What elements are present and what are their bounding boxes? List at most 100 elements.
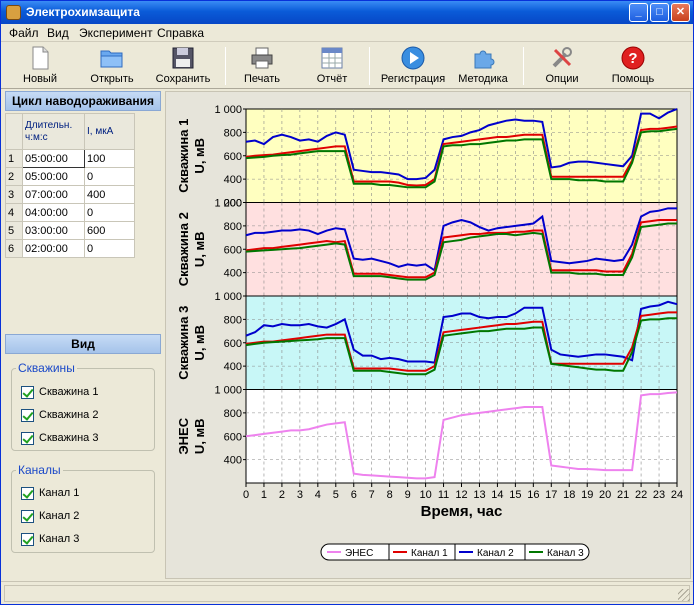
- current-cell[interactable]: 400: [84, 185, 135, 204]
- y-tick-label: 600: [224, 244, 242, 256]
- table-row[interactable]: 6 02:00:00 0: [5, 239, 135, 258]
- table-row[interactable]: 4 04:00:00 0: [5, 203, 135, 222]
- col-current-header: I, мкА: [84, 113, 135, 150]
- options-button[interactable]: Опции: [535, 44, 589, 86]
- open-button[interactable]: Открыть: [81, 44, 143, 86]
- x-tick-label: 18: [563, 489, 575, 501]
- panel-unit-label: U, мВ: [192, 138, 207, 174]
- checkbox-checked-icon: [21, 409, 34, 422]
- app-icon: [6, 5, 21, 20]
- x-tick-label: 4: [315, 489, 321, 501]
- help-button[interactable]: ? Помощь: [605, 44, 661, 86]
- open-label: Открыть: [90, 73, 134, 85]
- y-tick-label: 600: [224, 338, 242, 350]
- voltage-chart[interactable]: 2004006008001 000Скважина 1 U, мВ40060080…: [166, 92, 692, 580]
- new-button[interactable]: Новый: [11, 44, 69, 86]
- svg-text:?: ?: [628, 50, 637, 67]
- x-tick-label: 15: [509, 489, 521, 501]
- row-number: 3: [5, 185, 23, 204]
- panel-unit-label: U, мВ: [192, 418, 207, 454]
- checkbox-checked-icon: [21, 533, 34, 546]
- duration-cell[interactable]: 04:00:00: [22, 203, 85, 222]
- close-button[interactable]: ✕: [671, 3, 690, 22]
- play-record-icon: [401, 46, 425, 70]
- menu-help[interactable]: Справка: [157, 26, 204, 40]
- table-row[interactable]: 3 07:00:00 400: [5, 185, 135, 204]
- title-bar[interactable]: Электрохимзащита _ □ ✕: [1, 1, 693, 24]
- print-label: Печать: [243, 73, 281, 85]
- duration-cell[interactable]: 03:00:00: [22, 221, 85, 240]
- duration-cell[interactable]: 05:00:00: [22, 167, 85, 186]
- x-tick-label: 10: [419, 489, 431, 501]
- channel-1-label: Канал 1: [39, 487, 80, 499]
- registration-button[interactable]: Регистрация: [377, 44, 449, 86]
- well-3-label: Скважина 3: [39, 432, 99, 444]
- report-label: Отчёт: [316, 73, 348, 85]
- x-tick-label: 5: [333, 489, 339, 501]
- puzzle-icon: [474, 50, 495, 69]
- registration-label: Регистрация: [380, 73, 446, 85]
- row-number: 1: [5, 149, 23, 168]
- y-tick-label: 400: [224, 174, 242, 186]
- method-label: Методика: [458, 73, 508, 85]
- method-button[interactable]: Методика: [453, 44, 513, 86]
- report-table-icon: [321, 47, 343, 69]
- y-tick-label: 800: [224, 314, 242, 326]
- current-cell[interactable]: 0: [84, 167, 135, 186]
- table-row[interactable]: 2 05:00:00 0: [5, 167, 135, 186]
- current-cell[interactable]: 600: [84, 221, 135, 240]
- duration-cell[interactable]: 05:00:00: [22, 149, 85, 168]
- current-cell[interactable]: 0: [84, 239, 135, 258]
- y-tick-label: 600: [224, 151, 242, 163]
- current-cell[interactable]: 100: [84, 149, 135, 168]
- y-tick-label: 1 000: [214, 291, 242, 303]
- x-tick-label: 6: [351, 489, 357, 501]
- resize-grip-icon[interactable]: [678, 589, 690, 601]
- table-row[interactable]: 1 05:00:00 100: [5, 149, 135, 168]
- menu-view[interactable]: Вид: [47, 26, 69, 40]
- printer-icon: [251, 47, 273, 69]
- x-tick-label: 8: [387, 489, 393, 501]
- row-number: 6: [5, 239, 23, 258]
- duration-cell[interactable]: 07:00:00: [22, 185, 85, 204]
- y-tick-label: 400: [224, 455, 242, 467]
- maximize-button[interactable]: □: [650, 3, 669, 22]
- x-tick-label: 9: [405, 489, 411, 501]
- legend-entry: Канал 3: [547, 548, 584, 559]
- status-bar: [1, 581, 693, 604]
- menu-experiment[interactable]: Эксперимент: [79, 26, 153, 40]
- x-tick-label: 0: [243, 489, 249, 501]
- x-tick-label: 2: [279, 489, 285, 501]
- menu-bar: Файл Вид Эксперимент Справка: [1, 24, 693, 42]
- menu-file[interactable]: Файл: [9, 26, 39, 40]
- row-number: 4: [5, 203, 23, 222]
- save-button[interactable]: Сохранить: [151, 44, 215, 86]
- table-row[interactable]: 5 03:00:00 600: [5, 221, 135, 240]
- duration-cell[interactable]: 02:00:00: [22, 239, 85, 258]
- y-tick-label: 1 000: [214, 198, 242, 210]
- current-cell[interactable]: 0: [84, 203, 135, 222]
- channel-2-label: Канал 2: [39, 510, 80, 522]
- legend-entry: Канал 2: [477, 548, 514, 559]
- y-tick-label: 1 000: [214, 385, 242, 397]
- channels-group-title: Каналы: [18, 463, 61, 477]
- left-panel: Цикл наводораживания Длительн. ч:м:с I, …: [5, 91, 161, 579]
- x-tick-label: 7: [369, 489, 375, 501]
- well-2-label: Скважина 2: [39, 409, 99, 421]
- y-tick-label: 800: [224, 127, 242, 139]
- row-number: 2: [5, 167, 23, 186]
- print-button[interactable]: Печать: [235, 44, 289, 86]
- y-tick-label: 600: [224, 431, 242, 443]
- checkbox-checked-icon: [21, 386, 34, 399]
- channel-3-label: Канал 3: [39, 533, 80, 545]
- toolbar-separator: [225, 47, 226, 85]
- folder-open-icon: [100, 50, 123, 68]
- wells-group-title: Скважины: [18, 361, 75, 375]
- report-button[interactable]: Отчёт: [305, 44, 359, 86]
- minimize-button[interactable]: _: [629, 3, 648, 22]
- x-tick-label: 16: [527, 489, 539, 501]
- view-panel-title: Вид: [5, 334, 161, 354]
- x-tick-label: 20: [599, 489, 611, 501]
- y-tick-label: 400: [224, 268, 242, 280]
- checkbox-checked-icon: [21, 487, 34, 500]
